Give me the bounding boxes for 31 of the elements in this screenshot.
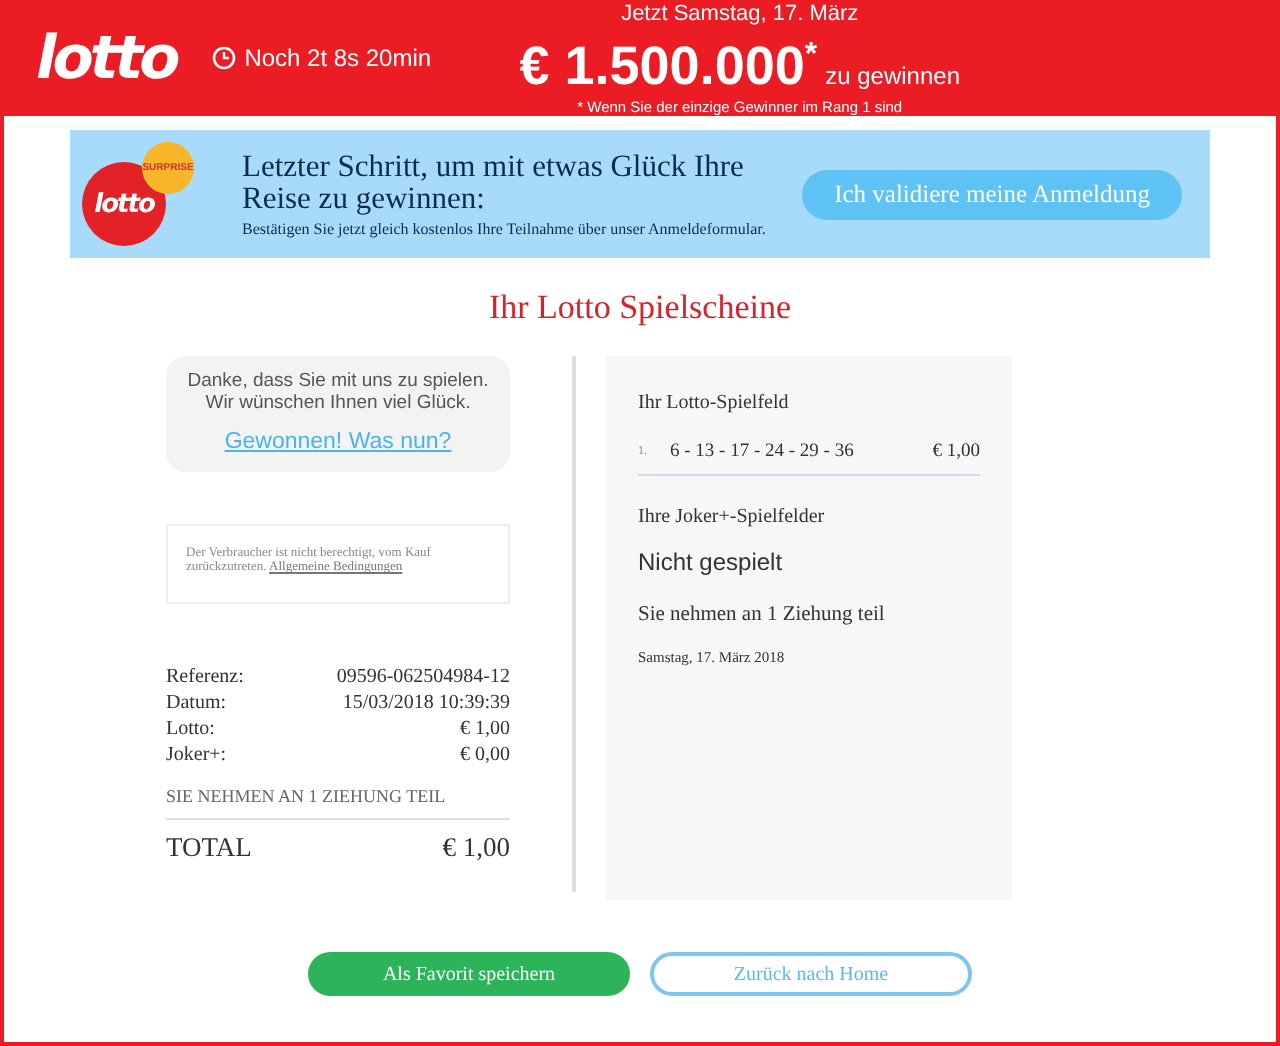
summary-label: Lotto: [166, 716, 215, 742]
draws-note: SIE NEHMEN AN 1 ZIEHUNG TEIL [166, 786, 510, 820]
banner-subtitle: Bestätigen Sie jetzt gleich kostenlos Ihre Teilnahme über unser Anmeldeformular. [242, 219, 768, 237]
jackpot-suffix: zu gewinnen [825, 61, 960, 89]
draws-text: Sie nehmen an 1 Ziehung teil [638, 604, 887, 626]
save-favorite-button[interactable]: Als Favorit speichern [308, 952, 630, 996]
row-price: € 1,00 [932, 442, 980, 462]
home-button[interactable]: Zurück nach Home [650, 952, 972, 996]
clock-icon [212, 46, 237, 70]
banner-title: Letzter Schritt, um mit etwas Glück Ihre Reise zu gewinnen: [242, 151, 746, 215]
summary-label: Datum: [166, 690, 226, 716]
lotto-numbers: 6 - 13 - 17 - 24 - 29 - 36 [670, 442, 856, 462]
draw-date: Jetzt Samstag, 17. März [621, 1, 859, 27]
thanks-text: Danke, dass Sie mit uns zu spielen. Wir wünschen Ihnen viel Glück. [185, 370, 491, 414]
summary-value: 15/03/2018 10:39:39 [342, 690, 510, 716]
validate-button[interactable]: Ich validiere meine Anmeldung [802, 169, 1182, 219]
lotto-logo[interactable]: lotto [36, 23, 177, 93]
countdown-text: Noch 2t 8s 20min [244, 44, 432, 72]
won-link[interactable]: Gewonnen! Was nun? [224, 430, 452, 454]
summary-value: € 1,00 [460, 716, 510, 742]
summary-label: Joker+: [166, 742, 227, 768]
joker-status: Nicht gespielt [638, 548, 785, 576]
jackpot-amount: € 1.500.000$^{*}$ [519, 33, 818, 93]
summary-label: Referenz: [166, 664, 244, 690]
joker-title: Ihre Joker+-Spielfelder [638, 506, 827, 528]
summary-value: 09596-062504984-12 [336, 664, 510, 690]
lotto-field-title: Ihr Lotto-Spielfeld [638, 392, 791, 414]
total-label: TOTAL [166, 832, 252, 864]
total-value: € 1,00 [442, 832, 510, 864]
page-title: Ihr Lotto Spielscheine [486, 288, 794, 328]
summary-value: € 0,00 [460, 742, 510, 768]
